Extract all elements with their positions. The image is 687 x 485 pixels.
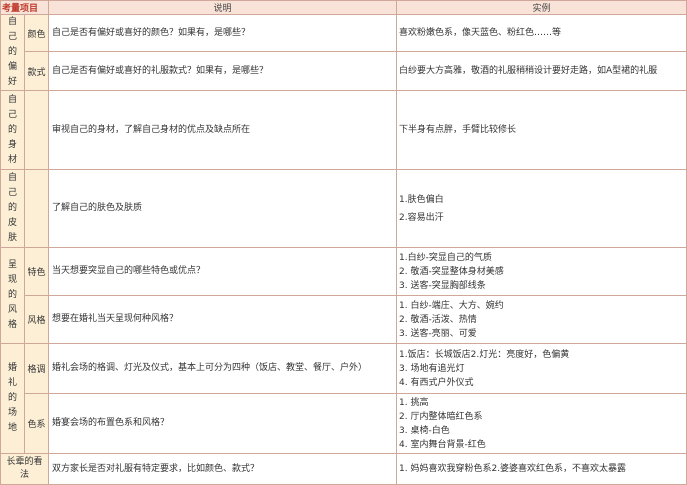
example-cell: 下半身有点胖，手臂比较修长 [396,90,687,170]
table-row: 呈现的风格 特色 当天想要突显自己的哪些特色或优点？ 1.白纱-突显自己的气质 … [0,247,687,344]
category-cell: 婚礼的场地 [0,343,25,454]
example-cell: 喜欢粉嫩色系，像天蓝色、粉红色……等 [396,13,687,53]
subcategory-cell [23,90,50,170]
category-label: 自己的偏好 [7,17,17,87]
example-cell: 1. 白纱-端庄、大方、婉约 2. 敬酒-活泼、热情 3. 送客-亮丽、可爱 [396,295,687,344]
table-row: 自己的身材 审视自己的身材，了解自己身材的优点及缺点所在 下半身有点胖，手臂比较… [0,90,687,170]
example-cell: 白纱要大方高雅，敬酒的礼服稍稍设计要好走路，如A型裙的礼服 [396,51,687,91]
example-line: 1.饭店：长城饭店2.灯光：亮度好，色偏黄 [399,349,570,360]
subcategory-cell: 风格 [23,295,50,344]
category-label: 自己的皮肤 [7,173,17,243]
subcategory-cell: 颜色 [23,13,50,53]
table-row: 自己的皮肤 了解自己的肤色及肤质 1.肤色偏白 2.容易出汗 [0,169,687,248]
category-cell: 长辈的看法 [0,453,50,485]
table-row: 自己的偏好 颜色 自己是否有偏好或喜好的颜色？如果有，是哪些？ 喜欢粉嫩色系，像… [0,13,687,91]
subcategory-cell: 款式 [23,51,50,91]
category-cell: 自己的皮肤 [0,169,25,248]
example-cell: 1. 挑高 2. 厅内整体暗红色系 3. 桌椅-白色 4. 室内舞台背景-红色 [396,393,687,454]
example-line: 2. 敬酒-突显整体身材美感 [399,266,504,277]
example-line: 喜欢粉嫩色系，像天蓝色、粉红色……等 [399,28,562,39]
table-row: 婚礼的场地 格调 婚礼会场的格调、灯光及仪式，基本上可分为四种（饭店、教堂、餐厅… [0,343,687,454]
header-category: 考量项目 [0,0,50,15]
subcategory-cell: 特色 [23,247,50,296]
example-line: 4. 室内舞台背景-红色 [399,439,486,450]
category-label: 呈现的风格 [7,260,17,330]
description-cell: 自己是否有偏好或喜好的礼服款式？如果有，是哪些？ [48,51,398,91]
table-row: 款式 自己是否有偏好或喜好的礼服款式？如果有，是哪些？ 白纱要大方高雅，敬酒的礼… [1,51,687,91]
description-cell: 双方家长是否对礼服有特定要求，比如颜色、款式？ [48,453,398,485]
wedding-dress-planning-table: 考量项目 说明 实例 自己的偏好 颜色 自己是否有偏好或喜好的颜色？如果有，是哪… [0,0,687,485]
example-cell: 1.白纱-突显自己的气质 2. 敬酒-突显整体身材美感 3. 送客-突显胸部线条 [396,247,687,296]
category-cell: 自己的身材 [0,90,25,170]
category-cell: 呈现的风格 [0,247,25,344]
description-cell: 了解自己的肤色及肤质 [48,169,398,248]
category-label: 长辈的看法 [6,457,43,480]
subcategory-cell: 格调 [23,343,50,394]
example-cell: 1. 妈妈喜欢我穿粉色系2.婆婆喜欢红色系，不喜欢太暴露 [396,453,687,485]
example-cell: 1.肤色偏白 2.容易出汗 [396,169,687,248]
example-line: 2. 敬酒-活泼、热情 [399,314,477,325]
subcategory-cell [23,169,50,248]
example-line: 2.容易出汗 [399,212,444,223]
example-line: 3. 送客-突显胸部线条 [399,280,486,291]
table-row: 风格 想要在婚礼当天呈现何种风格？ 1. 白纱-端庄、大方、婉约 2. 敬酒-活… [1,295,687,344]
example-line: 1. 妈妈喜欢我穿粉色系2.婆婆喜欢红色系，不喜欢太暴露 [399,464,627,474]
header-description: 说明 [48,0,398,15]
example-line: 3. 场地有追光灯 [399,363,465,374]
subcategory-cell: 色系 [23,393,50,454]
example-line: 1.白纱-突显自己的气质 [399,252,492,263]
example-line: 下半身有点胖，手臂比较修长 [399,125,517,135]
category-label: 婚礼的场地 [7,363,17,433]
description-cell: 自己是否有偏好或喜好的颜色？如果有，是哪些？ [48,13,398,53]
example-cell: 1.饭店：长城饭店2.灯光：亮度好，色偏黄 3. 场地有追光灯 4. 有西式户外… [396,343,687,394]
description-cell: 审视自己的身材，了解自己身材的优点及缺点所在 [48,90,398,170]
example-line: 1. 挑高 [399,397,429,408]
example-line: 2. 厅内整体暗红色系 [399,411,483,422]
example-line: 3. 送客-亮丽、可爱 [399,328,477,339]
table-row: 长辈的看法 双方家长是否对礼服有特定要求，比如颜色、款式？ 1. 妈妈喜欢我穿粉… [0,453,687,485]
description-cell: 婚礼会场的格调、灯光及仪式，基本上可分为四种（饭店、教堂、餐厅、户外） [48,343,398,394]
example-line: 3. 桌椅-白色 [399,425,450,436]
description-cell: 想要在婚礼当天呈现何种风格？ [48,295,398,344]
category-cell: 自己的偏好 [0,14,25,91]
table-header-row: 考量项目 说明 实例 [0,0,687,15]
description-cell: 婚宴会场的布置色系和风格？ [48,393,398,454]
example-line: 1.肤色偏白 [399,194,444,205]
category-label: 自己的身材 [7,94,17,165]
header-example: 实例 [396,0,687,15]
example-line: 1. 白纱-端庄、大方、婉约 [399,300,504,311]
table-row: 色系 婚宴会场的布置色系和风格？ 1. 挑高 2. 厅内整体暗红色系 3. 桌椅… [1,393,687,454]
example-line: 4. 有西式户外仪式 [399,377,474,388]
example-line: 白纱要大方高雅，敬酒的礼服稍稍设计要好走路，如A型裙的礼服 [399,66,658,77]
description-cell: 当天想要突显自己的哪些特色或优点？ [48,247,398,296]
